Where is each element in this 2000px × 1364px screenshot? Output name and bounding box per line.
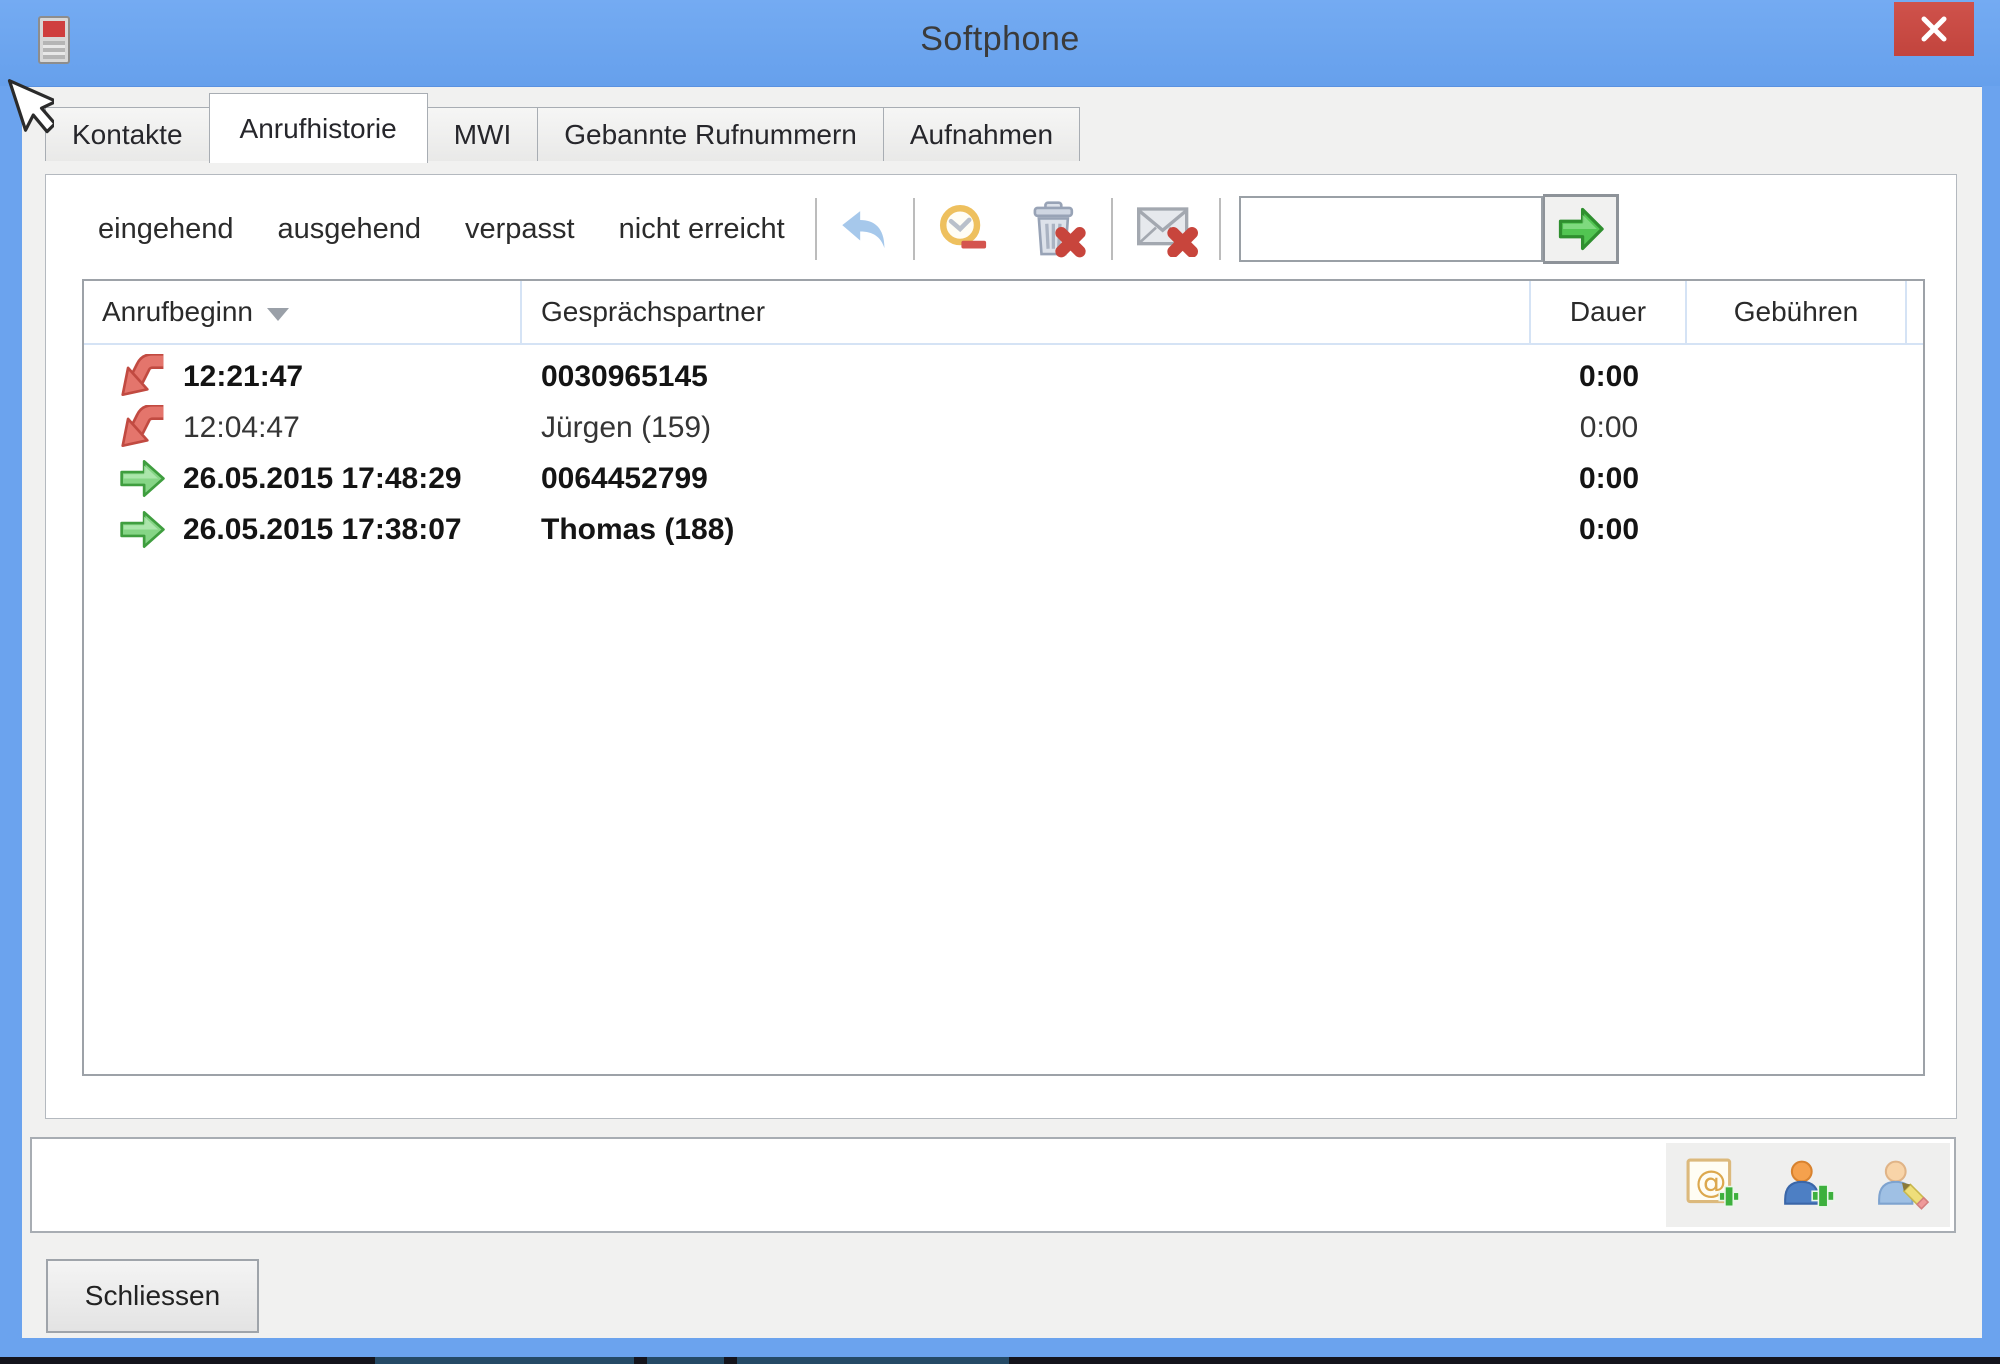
tab-anrufhistorie[interactable]: Anrufhistorie bbox=[209, 93, 428, 163]
number-input[interactable] bbox=[32, 1139, 1662, 1231]
call-history-table: Anrufbeginn Gesprächspartner Dauer Gebüh… bbox=[82, 279, 1925, 1076]
incoming-call-icon bbox=[117, 405, 167, 450]
call-row[interactable]: 12:21:47 00309651450:00 bbox=[84, 351, 1923, 402]
search-input[interactable] bbox=[1239, 196, 1543, 262]
call-partner: 0030965145 bbox=[522, 360, 1531, 394]
call-partner: 0064452799 bbox=[522, 462, 1531, 496]
column-header-filler bbox=[1907, 281, 1923, 343]
go-arrow-icon bbox=[1554, 203, 1606, 255]
number-entry-box: @ bbox=[30, 1137, 1956, 1233]
tab-mwi[interactable]: MWI bbox=[427, 107, 539, 161]
toolbar-separator bbox=[815, 198, 817, 260]
call-history-toolbar: eingehend ausgehend verpasst nicht errei… bbox=[46, 183, 1956, 275]
taskbar-strip bbox=[0, 1357, 2000, 1364]
column-header-anrufbeginn[interactable]: Anrufbeginn bbox=[84, 281, 522, 343]
tab-aufnahmen[interactable]: Aufnahmen bbox=[883, 107, 1080, 161]
filter-verpasst[interactable]: verpasst bbox=[465, 213, 575, 246]
incoming-call-icon bbox=[117, 354, 167, 399]
trash-delete-icon bbox=[1025, 200, 1087, 258]
undo-button[interactable] bbox=[831, 196, 897, 262]
tab-bar: Kontakte Anrufhistorie MWI Gebannte Rufn… bbox=[45, 103, 1079, 161]
close-icon bbox=[1919, 14, 1949, 44]
column-header-gebuehren[interactable]: Gebühren bbox=[1687, 281, 1907, 343]
call-duration: 0:00 bbox=[1531, 513, 1687, 547]
call-partner: Thomas (188) bbox=[522, 513, 1531, 547]
toolbar-separator bbox=[913, 198, 915, 260]
call-partner: Jürgen (159) bbox=[522, 411, 1531, 445]
window-title: Softphone bbox=[0, 20, 2000, 59]
filter-eingehend[interactable]: eingehend bbox=[98, 213, 233, 246]
outgoing-call-icon bbox=[117, 507, 167, 552]
call-duration: 0:00 bbox=[1531, 462, 1687, 496]
delete-old-entries-button[interactable] bbox=[931, 196, 997, 262]
titlebar[interactable]: Softphone bbox=[0, 0, 2000, 86]
call-start: 12:04:47 bbox=[183, 411, 300, 445]
contact-actions-panel: @ bbox=[1666, 1143, 1950, 1227]
toolbar-separator bbox=[1111, 198, 1113, 260]
toolbar-separator bbox=[1219, 198, 1221, 260]
clock-delete-icon bbox=[935, 203, 993, 255]
add-contact-button[interactable] bbox=[1781, 1158, 1835, 1212]
call-start: 12:21:47 bbox=[183, 360, 303, 394]
undo-icon bbox=[838, 206, 890, 252]
schliessen-button[interactable]: Schliessen bbox=[46, 1259, 259, 1333]
window-content: Kontakte Anrufhistorie MWI Gebannte Rufn… bbox=[22, 86, 1982, 1338]
call-row[interactable]: 26.05.2015 17:38:07 Thomas (188)0:00 bbox=[84, 504, 1923, 555]
filter-nicht-erreicht[interactable]: nicht erreicht bbox=[619, 213, 785, 246]
sort-desc-icon bbox=[267, 308, 289, 321]
call-history-page: eingehend ausgehend verpasst nicht errei… bbox=[45, 174, 1957, 1119]
call-start: 26.05.2015 17:48:29 bbox=[183, 462, 462, 496]
add-email-contact-button[interactable]: @ bbox=[1686, 1158, 1740, 1212]
column-header-gespraechspartner[interactable]: Gesprächspartner bbox=[522, 281, 1531, 343]
call-duration: 0:00 bbox=[1531, 411, 1687, 445]
call-start: 26.05.2015 17:38:07 bbox=[183, 513, 462, 547]
window-bottom-border bbox=[0, 1338, 2000, 1357]
call-duration: 0:00 bbox=[1531, 360, 1687, 394]
delete-list-button[interactable] bbox=[1023, 196, 1089, 262]
table-header: Anrufbeginn Gesprächspartner Dauer Gebüh… bbox=[84, 281, 1923, 345]
call-rows: 12:21:4700309651450:0012:04:47Jürgen (15… bbox=[84, 345, 1923, 555]
window-close-button[interactable] bbox=[1894, 2, 1974, 56]
mouse-cursor bbox=[0, 74, 54, 148]
call-row[interactable]: 26.05.2015 17:48:29 00644527990:00 bbox=[84, 453, 1923, 504]
search-go-button[interactable] bbox=[1543, 194, 1619, 264]
add-email-contact-icon: @ bbox=[1686, 1158, 1740, 1212]
tab-kontakte[interactable]: Kontakte bbox=[45, 107, 210, 161]
outgoing-call-icon bbox=[117, 456, 167, 501]
filter-ausgehend[interactable]: ausgehend bbox=[277, 213, 421, 246]
call-row[interactable]: 12:04:47 Jürgen (159)0:00 bbox=[84, 402, 1923, 453]
tab-gebannte-rufnummern[interactable]: Gebannte Rufnummern bbox=[537, 107, 884, 161]
add-contact-icon bbox=[1781, 1158, 1835, 1212]
mail-delete-icon bbox=[1136, 201, 1200, 257]
delete-voicemail-button[interactable] bbox=[1135, 196, 1201, 262]
column-header-dauer[interactable]: Dauer bbox=[1531, 281, 1687, 343]
edit-contact-button[interactable] bbox=[1876, 1158, 1930, 1212]
edit-contact-icon bbox=[1876, 1158, 1930, 1212]
softphone-window: Softphone Kontakte Anrufhistorie MWI Geb… bbox=[0, 0, 2000, 1357]
